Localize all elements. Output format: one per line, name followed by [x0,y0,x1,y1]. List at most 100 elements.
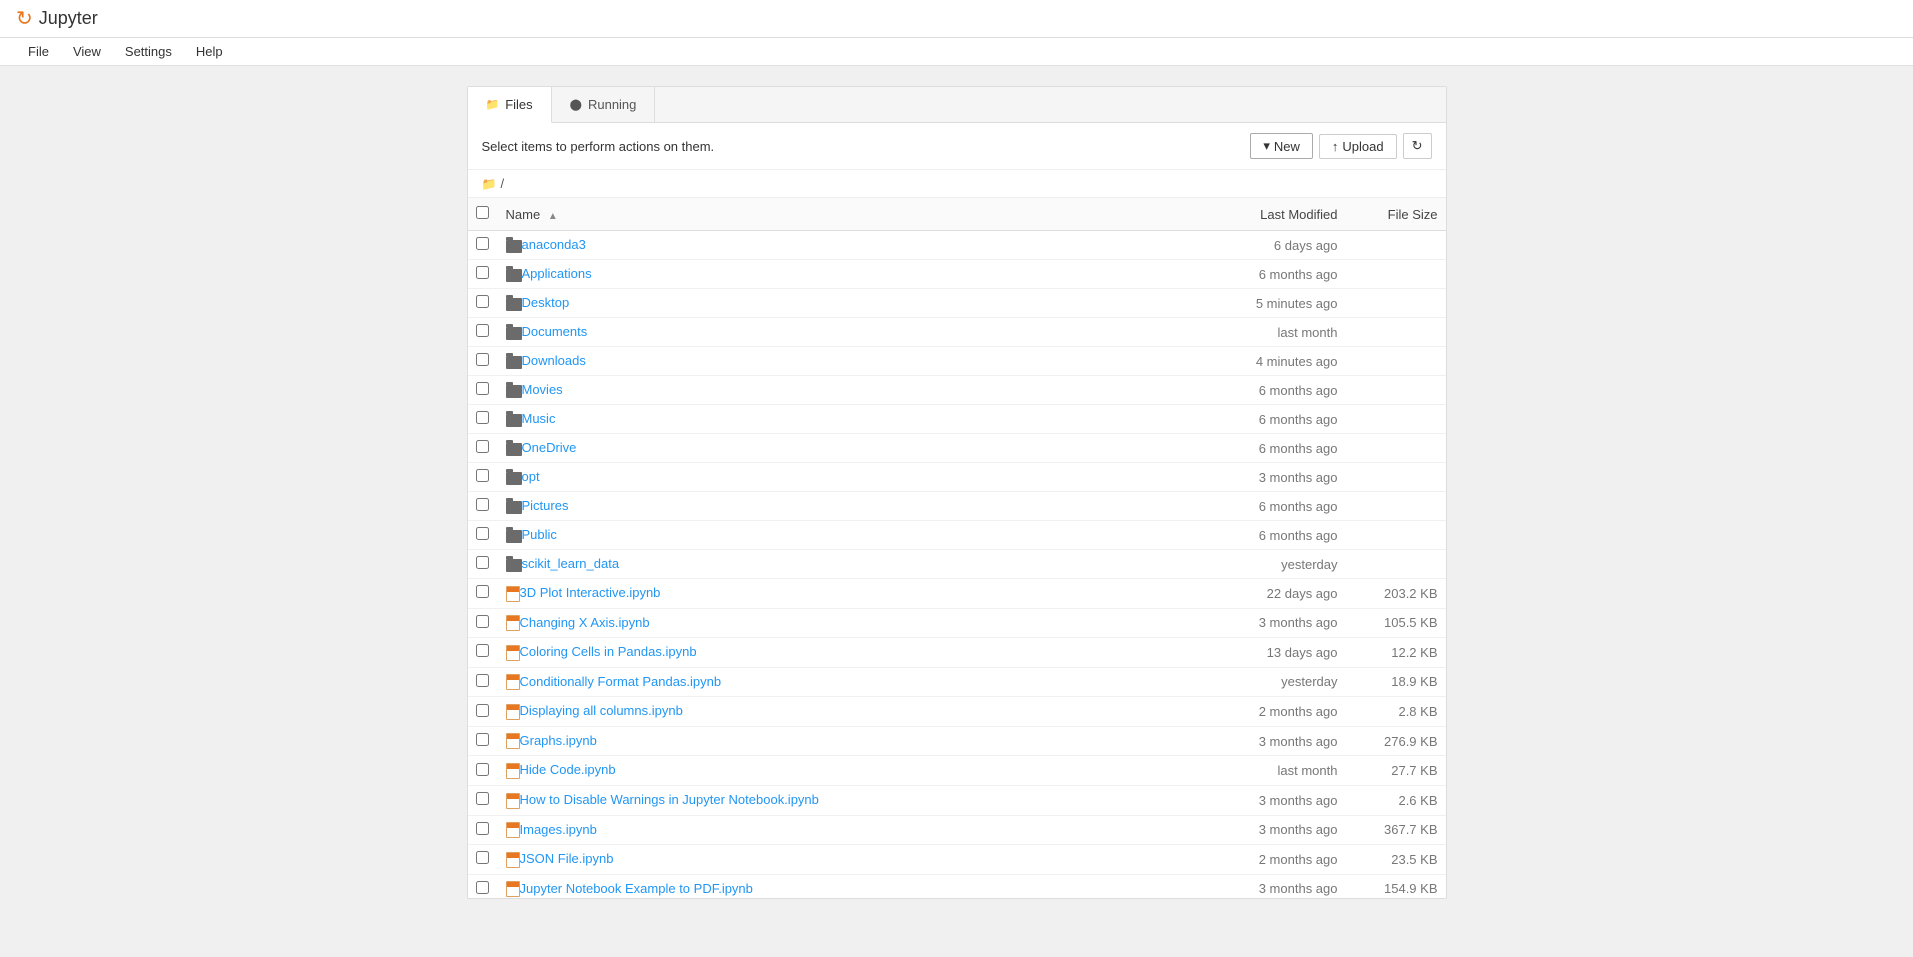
file-name[interactable]: JSON File.ipynb [520,851,614,866]
upload-button[interactable]: ↑ Upload [1319,134,1397,159]
row-checkbox[interactable] [476,353,489,366]
select-all-checkbox[interactable] [476,206,489,219]
menu-item-file[interactable]: File [16,38,61,65]
file-name[interactable]: Changing X Axis.ipynb [520,615,650,630]
file-modified: 22 days ago [1186,579,1346,609]
table-row: Applications6 months ago [468,260,1446,289]
table-row: Coloring Cells in Pandas.ipynb13 days ag… [468,638,1446,668]
table-row: How to Disable Warnings in Jupyter Noteb… [468,785,1446,815]
row-checkbox[interactable] [476,881,489,894]
file-name[interactable]: Conditionally Format Pandas.ipynb [520,674,722,689]
table-row: OneDrive6 months ago [468,434,1446,463]
refresh-button[interactable]: ↻ [1403,133,1432,159]
file-modified: yesterday [1186,667,1346,697]
breadcrumb-path: / [500,176,504,191]
table-row: 3D Plot Interactive.ipynb 22 days ago203.… [468,579,1446,609]
row-checkbox[interactable] [476,411,489,424]
row-checkbox[interactable] [476,585,489,598]
tab-files[interactable]: 📁 Files [468,87,552,123]
file-name[interactable]: Coloring Cells in Pandas.ipynb [520,644,697,659]
file-modified: 6 months ago [1186,521,1346,550]
file-name[interactable]: Public [522,527,557,542]
table-row: Jupyter Notebook Example to PDF.ipynb3 m… [468,874,1446,898]
row-checkbox[interactable] [476,266,489,279]
file-size: 203.2 KB [1346,579,1446,609]
file-size: 18.9 KB [1346,667,1446,697]
row-checkbox[interactable] [476,733,489,746]
tab-icon: 📁 [486,98,500,111]
file-name[interactable]: Applications [522,266,592,281]
file-name[interactable]: Graphs.ipynb [520,733,597,748]
table-row: Pictures6 months ago [468,492,1446,521]
tabs: 📁 Files ⬤Running [468,87,1446,123]
row-checkbox[interactable] [476,469,489,482]
table-row: JSON File.ipynb 2 months ago23.5 KB [468,845,1446,875]
file-name[interactable]: opt [522,469,540,484]
row-checkbox[interactable] [476,382,489,395]
file-size [1346,463,1446,492]
file-size: 2.8 KB [1346,697,1446,727]
folder-icon [506,356,522,369]
row-checkbox[interactable] [476,237,489,250]
file-modified: 3 months ago [1186,463,1346,492]
file-name[interactable]: Images.ipynb [520,822,597,837]
file-name[interactable]: Downloads [522,353,586,368]
file-name[interactable]: Desktop [522,295,570,310]
file-name[interactable]: Hide Code.ipynb [520,762,616,777]
file-name[interactable]: Jupyter Notebook Example to PDF.ipynb [520,881,753,896]
row-checkbox[interactable] [476,527,489,540]
row-checkbox[interactable] [476,704,489,717]
new-button[interactable]: ▾ New [1250,133,1313,159]
new-label: New [1274,139,1300,154]
row-checkbox[interactable] [476,822,489,835]
notebook-icon [506,793,520,809]
table-row: Public 6 months ago [468,521,1446,550]
file-modified: last month [1186,318,1346,347]
file-modified: 5 minutes ago [1186,289,1346,318]
row-checkbox[interactable] [476,674,489,687]
table-row: Displaying all columns.ipynb2 months ago… [468,697,1446,727]
file-name[interactable]: Displaying all columns.ipynb [520,703,683,718]
file-name[interactable]: Documents [522,324,588,339]
row-checkbox[interactable] [476,324,489,337]
file-size [1346,405,1446,434]
file-name[interactable]: How to Disable Warnings in Jupyter Noteb… [520,792,819,807]
row-checkbox[interactable] [476,851,489,864]
file-size [1346,434,1446,463]
file-size [1346,289,1446,318]
menu-item-settings[interactable]: Settings [113,38,184,65]
menu-bar: FileViewSettingsHelp [0,38,1913,66]
file-modified: 6 days ago [1186,231,1346,260]
file-name[interactable]: scikit_learn_data [522,556,620,571]
row-checkbox[interactable] [476,792,489,805]
file-size: 154.9 KB [1346,874,1446,898]
tab-label: Files [505,97,532,112]
file-name[interactable]: OneDrive [522,440,577,455]
row-checkbox[interactable] [476,615,489,628]
file-name[interactable]: Music [522,411,556,426]
file-name[interactable]: 3D Plot Interactive.ipynb [520,585,661,600]
file-modified: yesterday [1186,550,1346,579]
panel: 📁Files⬤Running Select items to perform a… [467,86,1447,899]
row-checkbox[interactable] [476,763,489,776]
file-size: 2.6 KB [1346,785,1446,815]
row-checkbox[interactable] [476,644,489,657]
menu-item-help[interactable]: Help [184,38,235,65]
row-checkbox[interactable] [476,440,489,453]
file-name[interactable]: Movies [522,382,563,397]
table-row: Downloads4 minutes ago [468,347,1446,376]
row-checkbox[interactable] [476,498,489,511]
file-size [1346,260,1446,289]
row-checkbox[interactable] [476,556,489,569]
file-size: 23.5 KB [1346,845,1446,875]
tab-running[interactable]: ⬤Running [552,87,656,122]
file-name[interactable]: Pictures [522,498,569,513]
file-modified: 2 months ago [1186,845,1346,875]
file-modified: 6 months ago [1186,376,1346,405]
file-name[interactable]: anaconda3 [522,237,586,252]
notebook-icon [506,822,520,838]
row-checkbox[interactable] [476,295,489,308]
file-modified: 3 months ago [1186,785,1346,815]
folder-icon [506,414,522,427]
menu-item-view[interactable]: View [61,38,113,65]
